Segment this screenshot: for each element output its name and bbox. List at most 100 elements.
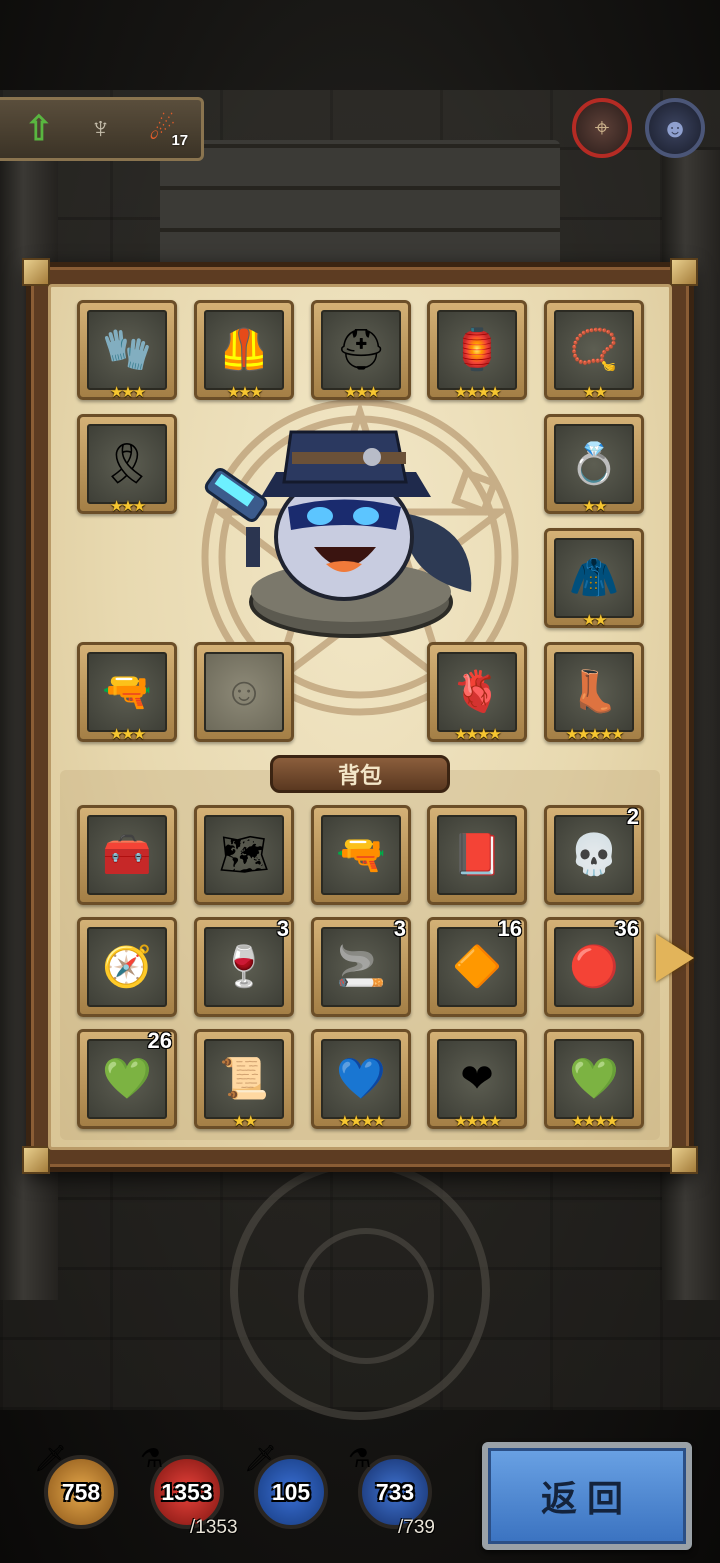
bag-slot[interactable]: 💚 26: [77, 1028, 177, 1129]
bag-slot[interactable]: 💙 ★★★★: [311, 1029, 411, 1130]
equip-slot-weapon[interactable]: 🔫 ★★★: [77, 642, 177, 743]
item-stars: ★★★★: [454, 1113, 502, 1130]
candelabra-icon: ♆: [89, 112, 112, 145]
item-stars: ★★: [582, 384, 608, 401]
item-quantity: 36: [614, 916, 639, 941]
equip-slot-boots[interactable]: 👢 ★★★★★: [544, 642, 644, 743]
item-stars: ★★★★: [571, 1113, 619, 1130]
bag-slot[interactable]: 🗺: [194, 805, 294, 905]
empty-mask-icon: ☺: [223, 670, 265, 714]
boots-icon: 👢: [569, 670, 619, 714]
equip-slot-helmet[interactable]: ⛑ ★★★: [311, 300, 411, 401]
item-quantity: 3: [393, 916, 406, 941]
panel-corner: [670, 258, 698, 286]
skull-icon: 💀: [569, 833, 619, 877]
up-arrow-icon: ⇧: [24, 110, 54, 148]
item-stars: ★★: [582, 612, 608, 629]
equip-slot-heart[interactable]: 🫀 ★★★★: [427, 642, 527, 743]
equip-slot-armor[interactable]: 🦺 ★★★: [194, 300, 294, 401]
item-stars: ★★★: [343, 384, 380, 401]
compass-icon: 🧭: [102, 945, 152, 989]
item-stars: ★★★: [109, 384, 146, 401]
item-stars: ★★★★: [454, 384, 502, 401]
sword-icon: 🗡: [34, 1443, 68, 1473]
hp-max: /1353: [190, 1517, 238, 1538]
bag-title: 背包: [270, 755, 450, 793]
return-button[interactable]: 返回: [482, 1442, 692, 1550]
blue-heart-icon: 💙: [336, 1057, 386, 1101]
mp-max: /739: [398, 1517, 435, 1538]
portrait-icon: ☻: [661, 112, 689, 143]
equip-slot-empty[interactable]: ☺: [194, 642, 294, 742]
portrait-button[interactable]: ☻: [645, 98, 705, 158]
bag-slot[interactable]: 🧭: [77, 917, 177, 1017]
top-toolbar: ⇧ ♆ ☄ 17: [0, 97, 204, 161]
stone-wall: [160, 140, 560, 270]
fire-button[interactable]: ☄ 17: [140, 107, 188, 151]
item-quantity: 2: [626, 804, 639, 829]
orange-crystal-icon: 🔶: [452, 945, 502, 989]
green-crystal-icon: 💚: [102, 1057, 152, 1101]
armor-icon: 🦺: [219, 328, 269, 372]
item-quantity: 26: [147, 1028, 172, 1053]
red-heart-icon: ❤: [460, 1057, 494, 1101]
bag-slot[interactable]: 🔶 16: [427, 916, 527, 1017]
attack-value: 758: [61, 1478, 101, 1505]
bag-slot[interactable]: 💀 2: [544, 804, 644, 905]
mana-potion-icon: ⚗: [348, 1443, 372, 1473]
wine-bottle-icon: 🍷: [219, 945, 269, 989]
attack-stat: 🗡 758: [34, 1443, 118, 1529]
heart-icon: 🫀: [452, 670, 502, 714]
hp-stat: ⚗ 1353 /1353: [140, 1443, 238, 1538]
bag-slot[interactable]: 🔴 36: [544, 916, 644, 1017]
equip-slot-lantern[interactable]: 🏮 ★★★★: [427, 300, 527, 401]
floor-seal: [230, 1160, 490, 1420]
cloak-icon: 🧥: [569, 556, 619, 600]
equip-slot-amulet[interactable]: 📿 ★★: [544, 300, 644, 401]
hp-value: 1353: [161, 1478, 213, 1505]
bag-slot[interactable]: ❤ ★★★★: [427, 1029, 527, 1130]
item-stars: ★★★: [226, 384, 263, 401]
hero-character: [204, 430, 472, 638]
amulet-icon: 📿: [569, 328, 619, 372]
item-stars: ★★★: [109, 498, 146, 515]
equip-slot-ring[interactable]: 💍 ★★: [544, 414, 644, 515]
item-stars: ★★★★★: [565, 726, 624, 743]
map-scroll-icon: 🗺: [218, 833, 270, 877]
upgrade-button[interactable]: ⇧: [17, 107, 61, 151]
item-quantity: 3: [276, 916, 289, 941]
bag-slot[interactable]: 🔫: [311, 805, 411, 905]
item-stars: ★★★★: [338, 1113, 386, 1130]
gauntlet-icon: 🧤: [102, 328, 152, 372]
defense-value: 105: [271, 1478, 311, 1505]
bag-slot[interactable]: 🍷 3: [194, 916, 294, 1017]
panel-corner: [670, 1146, 698, 1174]
bag-slot[interactable]: 📜 ★★: [194, 1029, 294, 1130]
lantern-icon: 🏮: [452, 328, 502, 372]
bag-slot[interactable]: 📕: [427, 805, 527, 905]
mp-stat: ⚗ 733 /739: [348, 1443, 435, 1538]
equip-slot-belt[interactable]: 🎗 ★★★: [77, 414, 177, 515]
map-button[interactable]: ⌖: [572, 98, 632, 158]
map-icon: ⌖: [594, 112, 610, 142]
item-stars: ★★★: [109, 726, 146, 743]
defense-stat: 🗡 105: [244, 1443, 328, 1529]
mp-value: 733: [375, 1478, 415, 1505]
candelabra-button[interactable]: ♆: [78, 107, 122, 151]
panel-corner: [22, 1146, 50, 1174]
item-stars: ★★: [582, 498, 608, 515]
equip-slot-cloak[interactable]: 🧥 ★★: [544, 528, 644, 629]
helmet-icon: ⛑: [335, 328, 387, 372]
green-heart-icon: 💚: [569, 1057, 619, 1101]
next-page-arrow-icon[interactable]: [656, 934, 694, 982]
equip-slot-gauntlet[interactable]: 🧤 ★★★: [77, 300, 177, 401]
bag-slot[interactable]: 💚 ★★★★: [544, 1029, 644, 1130]
revolver-icon: 🔫: [102, 670, 152, 714]
rune-scroll-icon: 📜: [219, 1057, 269, 1101]
belt-icon: 🎗: [101, 442, 153, 486]
panel-corner: [22, 258, 50, 286]
cigarettes-icon: 🚬: [336, 945, 386, 989]
bag-slot[interactable]: 🧰: [77, 805, 177, 905]
crystal-sword-icon: 🗡: [244, 1443, 278, 1473]
bag-slot[interactable]: 🚬 3: [311, 916, 411, 1017]
